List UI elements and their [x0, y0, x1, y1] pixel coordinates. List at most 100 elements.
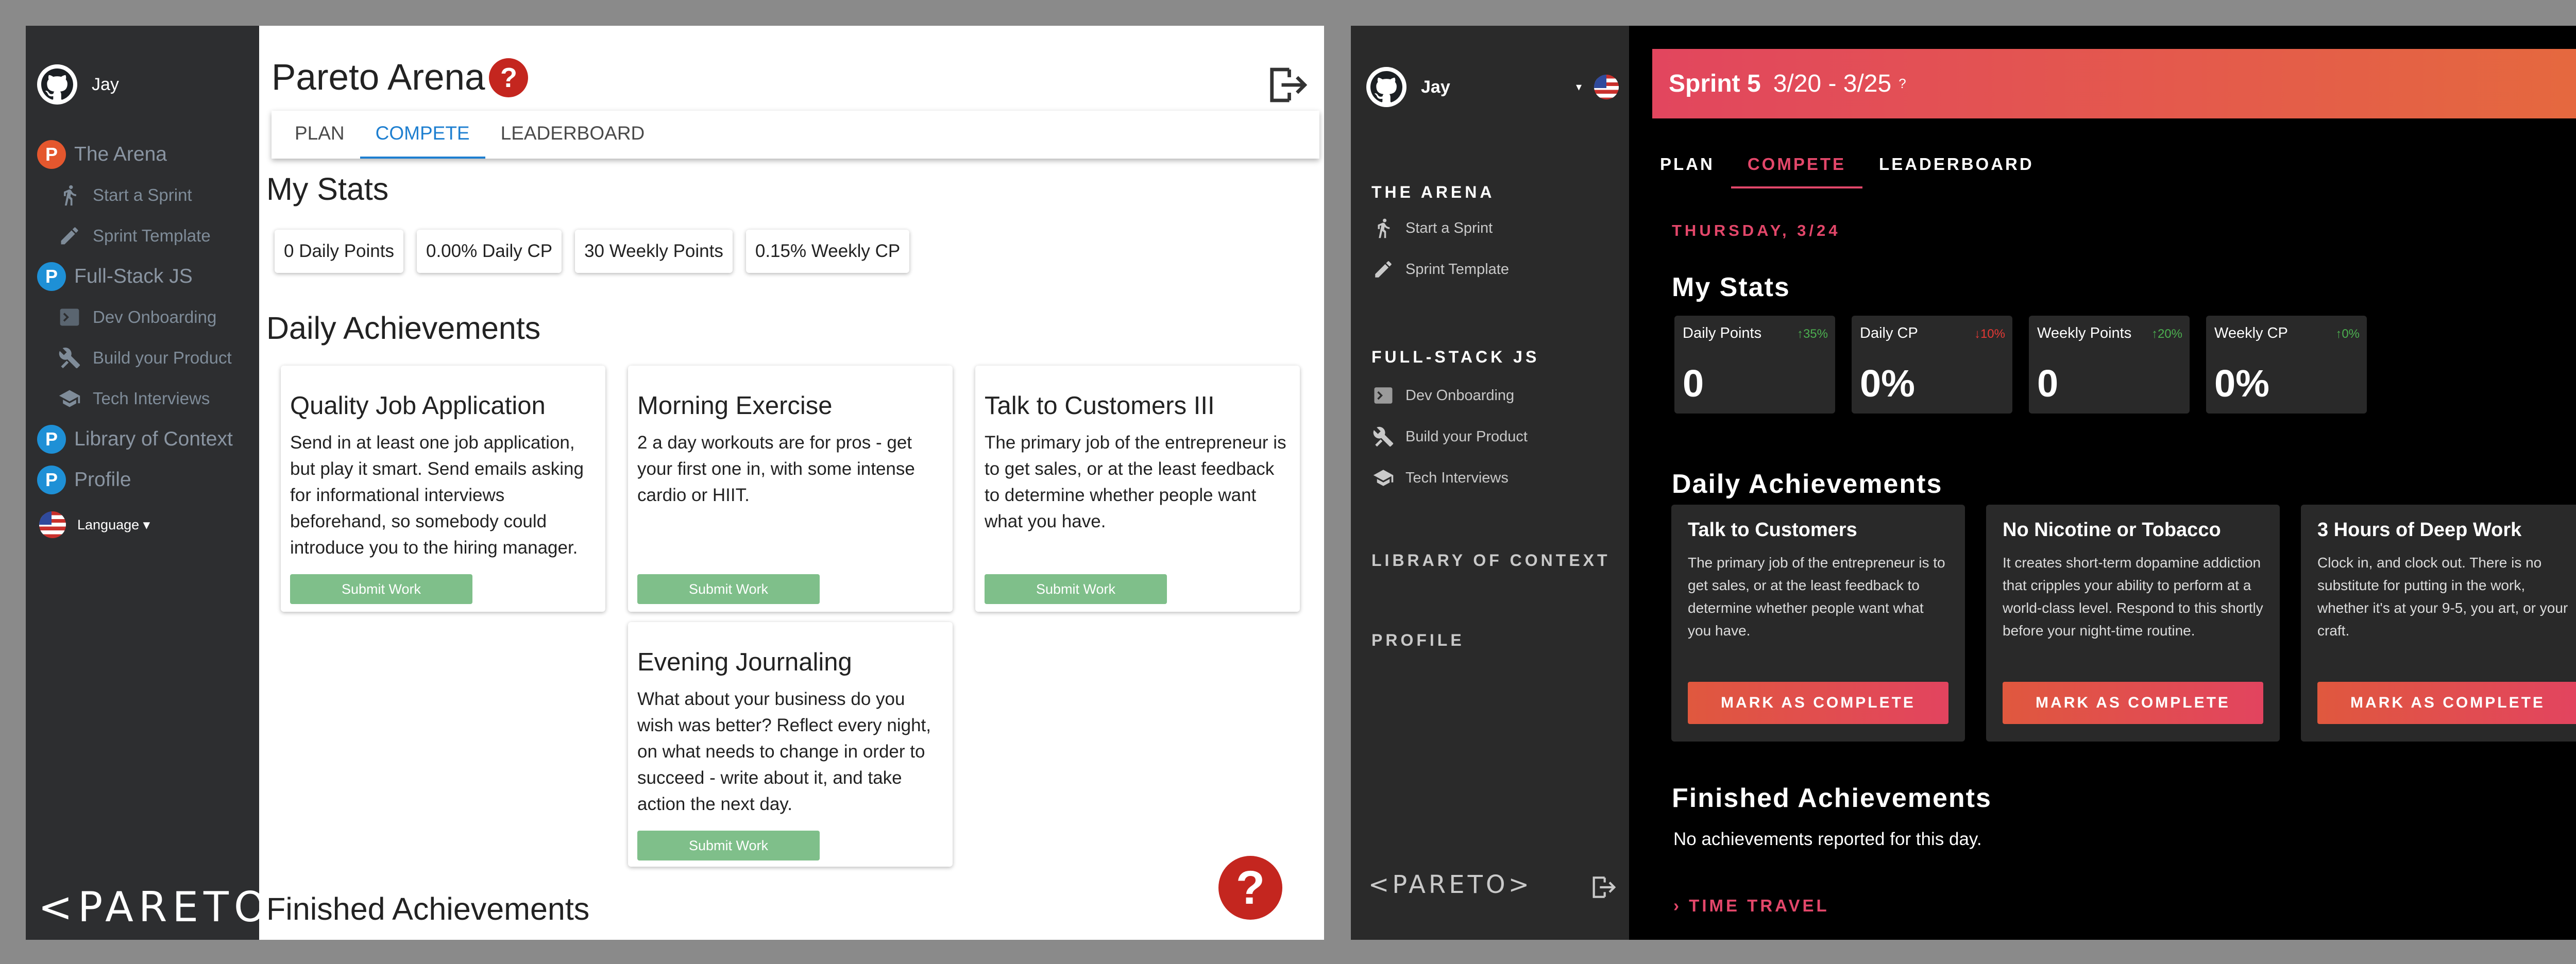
user-name: Jay	[1421, 77, 1450, 97]
pareto-p-icon: P	[37, 140, 66, 169]
tab-plan[interactable]: PLAN	[279, 123, 360, 159]
achievement-card: Talk to Customers III The primary job of…	[975, 366, 1300, 612]
us-flag-icon[interactable]	[1594, 75, 1619, 99]
sidebar-item-label: Sprint Template	[1405, 261, 1509, 278]
github-avatar-icon	[37, 64, 77, 105]
my-stats-heading: My Stats	[1672, 272, 1790, 302]
chevron-right-icon: ›	[1673, 896, 1682, 915]
tab-plan[interactable]: PLAN	[1660, 154, 1731, 188]
empty-state-text: No achievements reported for this day.	[1673, 829, 1982, 849]
sidebar-item-full-stack-js[interactable]: P Full-Stack JS	[37, 256, 259, 297]
caret-down-icon[interactable]: ▾	[1576, 80, 1582, 94]
finished-achievements-heading: Finished Achievements	[266, 891, 590, 926]
sidebar-section-full-stack-js[interactable]: FULL-STACK JS	[1371, 348, 1539, 367]
tab-compete[interactable]: COMPETE	[1731, 154, 1863, 188]
page-title: Pareto Arena	[272, 57, 485, 98]
card-description: The primary job of the entrepreneur is t…	[1688, 555, 1945, 639]
achievement-card: 3 Hours of Deep Work Clock in, and clock…	[2301, 505, 2576, 742]
stat-weekly-points: 30 Weekly Points	[575, 230, 733, 273]
dark-theme-window: Jay ▾ THE ARENA Start a Sprint Sprint Te…	[1351, 26, 2576, 940]
sidebar-item-tech-interviews[interactable]: Tech Interviews	[1371, 466, 1509, 490]
tab-leaderboard[interactable]: LEADERBOARD	[1862, 154, 2050, 188]
time-travel-link[interactable]: › TIME TRAVEL	[1673, 896, 1829, 916]
user-profile[interactable]: Jay ▾	[1366, 67, 1619, 107]
stat-value: 0	[1683, 362, 1704, 405]
sidebar-item-library[interactable]: P Library of Context	[37, 419, 259, 459]
sidebar-item-sprint-template[interactable]: Sprint Template	[1371, 257, 1509, 281]
tools-icon	[1371, 425, 1395, 449]
stat-trend: ↓10%	[1974, 327, 2005, 341]
stat-label: Weekly Points	[2037, 325, 2132, 341]
sidebar-item-the-arena[interactable]: P The Arena	[37, 134, 259, 175]
card-description: What about your business do you wish was…	[637, 689, 931, 814]
sidebar-item-tech-interviews[interactable]: Tech Interviews	[37, 378, 259, 419]
pencil-icon	[1371, 257, 1395, 281]
tab-leaderboard[interactable]: LEADERBOARD	[485, 123, 660, 159]
sidebar-item-build-product[interactable]: Build your Product	[37, 337, 259, 378]
daily-achievements-heading: Daily Achievements	[266, 311, 541, 346]
github-avatar-icon	[1366, 67, 1406, 107]
sidebar-section-the-arena[interactable]: THE ARENA	[1371, 183, 1495, 202]
sidebar-section-profile[interactable]: PROFILE	[1371, 631, 1465, 650]
user-name: Jay	[92, 74, 119, 94]
achievement-card: Evening Journaling What about your busin…	[628, 622, 953, 867]
us-flag-icon	[39, 511, 66, 538]
sidebar-item-label: Tech Interviews	[1405, 469, 1509, 486]
sidebar-item-label: Dev Onboarding	[1405, 387, 1515, 404]
time-travel-label: TIME TRAVEL	[1689, 896, 1829, 915]
sidebar-item-start-sprint[interactable]: Start a Sprint	[37, 175, 259, 215]
pareto-p-icon: P	[37, 262, 66, 291]
stat-value: 0	[2037, 362, 2059, 405]
sidebar-item-label: Library of Context	[74, 427, 233, 450]
submit-work-button[interactable]: Submit Work	[637, 574, 820, 604]
sidebar-nav: P The Arena Start a Sprint Sprint Templa…	[37, 134, 259, 538]
mark-complete-button[interactable]: MARK AS COMPLETE	[1688, 682, 1948, 724]
mark-complete-button[interactable]: MARK AS COMPLETE	[2003, 682, 2263, 724]
stat-weekly-points: Weekly Points ↑20% 0	[2029, 316, 2190, 414]
stat-daily-cp: Daily CP ↓10% 0%	[1852, 316, 2012, 414]
help-icon[interactable]: ?	[489, 58, 529, 97]
mark-complete-button[interactable]: MARK AS COMPLETE	[2317, 682, 2576, 724]
tab-compete[interactable]: COMPETE	[360, 123, 485, 159]
submit-work-button[interactable]: Submit Work	[290, 574, 472, 604]
stat-value: 0%	[2214, 362, 2269, 405]
sidebar-item-label: Profile	[74, 468, 131, 491]
sidebar: Jay P The Arena Start a Sprint Sprint Te…	[26, 26, 306, 940]
sidebar-item-start-sprint[interactable]: Start a Sprint	[1371, 216, 1493, 240]
logout-icon[interactable]	[1262, 62, 1309, 108]
date-label: THURSDAY, 3/24	[1672, 221, 1841, 239]
tools-icon	[57, 345, 82, 371]
achievement-card: Talk to Customers The primary job of the…	[1671, 505, 1965, 742]
stats-row: Daily Points ↑35% 0 Daily CP ↓10% 0% Wee…	[1674, 316, 2367, 414]
sidebar-item-label: Build your Product	[1405, 428, 1528, 445]
sidebar-item-dev-onboarding[interactable]: Dev Onboarding	[37, 297, 259, 337]
daily-achievements-heading: Daily Achievements	[1672, 469, 1943, 499]
terminal-icon	[57, 304, 82, 330]
user-profile[interactable]: Jay	[37, 64, 119, 105]
help-fab-icon[interactable]: ?	[1218, 856, 1282, 920]
submit-work-button[interactable]: Submit Work	[637, 831, 820, 860]
achievement-card: Morning Exercise 2 a day workouts are fo…	[628, 366, 953, 612]
sidebar-item-build-product[interactable]: Build your Product	[1371, 425, 1528, 449]
pareto-logo[interactable]: <PARETO>	[1368, 870, 1532, 899]
sprint-banner: Sprint 5 3/20 - 3/25 ?	[1652, 49, 2576, 118]
help-icon[interactable]: ?	[1899, 76, 1906, 92]
sidebar-section-library[interactable]: LIBRARY OF CONTEXT	[1371, 551, 1611, 570]
logout-icon[interactable]	[1588, 873, 1617, 902]
language-selector[interactable]: Language ▾	[37, 511, 259, 538]
sidebar-item-label: Build your Product	[93, 348, 232, 367]
running-icon	[1371, 216, 1395, 240]
sidebar-item-label: Tech Interviews	[93, 388, 210, 408]
card-description: The primary job of the entrepreneur is t…	[985, 433, 1286, 531]
sidebar-item-profile[interactable]: P Profile	[37, 459, 259, 500]
sidebar-item-label: Start a Sprint	[1405, 219, 1493, 236]
graduation-cap-icon	[57, 386, 82, 411]
sidebar: Jay ▾ THE ARENA Start a Sprint Sprint Te…	[1351, 26, 1629, 940]
sidebar-item-label: Full-Stack JS	[74, 265, 193, 287]
sidebar-item-sprint-template[interactable]: Sprint Template	[37, 215, 259, 256]
stat-label: Daily Points	[1683, 325, 1762, 341]
stat-daily-points: Daily Points ↑35% 0	[1674, 316, 1835, 414]
achievement-card: No Nicotine or Tobacco It creates short-…	[1986, 505, 2280, 742]
sidebar-item-dev-onboarding[interactable]: Dev Onboarding	[1371, 384, 1514, 407]
submit-work-button[interactable]: Submit Work	[985, 574, 1167, 604]
